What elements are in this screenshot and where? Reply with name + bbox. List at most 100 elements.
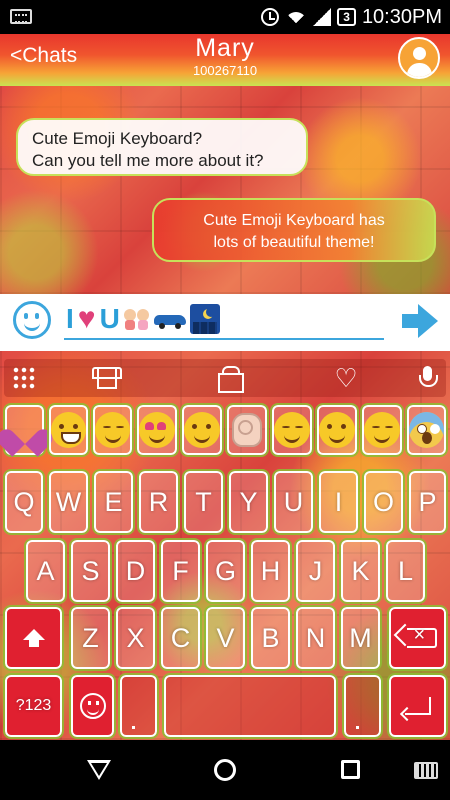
nav-back-icon[interactable] (87, 760, 111, 780)
nav-keyboard-icon[interactable] (414, 762, 438, 779)
gift-icon[interactable] (216, 365, 244, 393)
key-j[interactable]: J (294, 538, 337, 604)
sparkle-heart-icon (9, 415, 41, 445)
key-y[interactable]: Y (227, 469, 270, 535)
symbols-key[interactable]: ?123 (3, 673, 64, 739)
shirt-icon[interactable] (92, 365, 122, 391)
scream-face-icon (409, 412, 444, 448)
emoji-key-grin[interactable] (47, 403, 90, 457)
emoji-letter-i: I (66, 303, 74, 334)
emoji-toggle-icon[interactable] (13, 301, 51, 339)
emoji-key-smile[interactable] (180, 403, 224, 457)
backspace-icon (406, 624, 437, 648)
emoji-key-sad[interactable] (360, 403, 404, 457)
enter-icon (404, 697, 431, 715)
comma-key[interactable] (118, 673, 159, 739)
key-o[interactable]: O (362, 469, 405, 535)
key-n[interactable]: N (294, 605, 337, 671)
signal-icon (313, 8, 332, 26)
mic-icon[interactable] (414, 365, 442, 391)
message-text-line: Can you tell me more about it? (32, 151, 264, 170)
key-w[interactable]: W (47, 469, 90, 535)
back-to-chats-button[interactable]: <Chats (10, 44, 77, 68)
emoji-letter-u: U (99, 303, 120, 334)
message-input-bar: I ♥ U (0, 294, 450, 351)
backspace-key[interactable] (387, 605, 448, 671)
grid-icon[interactable] (12, 366, 36, 390)
smile-face-icon (184, 412, 220, 448)
key-r[interactable]: R (137, 469, 180, 535)
chat-area: Cute Emoji Keyboard? Can you tell me mor… (0, 86, 450, 294)
key-k[interactable]: K (339, 538, 382, 604)
kiss-face-icon (274, 412, 310, 448)
ok-hand-icon (232, 413, 262, 447)
key-m[interactable]: M (339, 605, 382, 671)
key-s[interactable]: S (69, 538, 112, 604)
emoji-key-ok-hand[interactable] (225, 403, 269, 457)
comma-hint (132, 726, 135, 729)
alarm-icon (261, 8, 280, 26)
nav-home-icon[interactable] (214, 759, 236, 781)
key-i[interactable]: I (317, 469, 360, 535)
key-b[interactable]: B (249, 605, 292, 671)
key-h[interactable]: H (249, 538, 292, 604)
key-a[interactable]: A (24, 538, 67, 604)
emoji-key-annoyed[interactable] (91, 403, 134, 457)
emoji-heart-icon: ♥ (77, 302, 96, 335)
emoji-key-relieved[interactable] (315, 403, 359, 457)
battery-icon: 3 (337, 8, 356, 26)
keyboard-toolbar: ♡ (4, 359, 446, 397)
heart-eyes-face-icon (139, 412, 175, 448)
emoji-key-sparkle-heart[interactable] (3, 403, 46, 457)
key-c[interactable]: C (159, 605, 202, 671)
chat-header: Mary 100267110 <Chats (0, 34, 450, 86)
emoji-face-icon (79, 693, 106, 719)
period-key[interactable] (342, 673, 383, 739)
key-t[interactable]: T (182, 469, 225, 535)
key-x[interactable]: X (114, 605, 157, 671)
message-text-line: lots of beautiful theme! (213, 234, 375, 251)
keyboard: ♡ Q W E R T Y U I O P A S D F G H J K L … (0, 351, 450, 740)
emoji-key-scream[interactable] (405, 403, 448, 457)
outgoing-message-bubble[interactable]: Cute Emoji Keyboard has lots of beautifu… (152, 198, 436, 262)
shift-key[interactable] (3, 605, 64, 671)
message-input-field[interactable]: I ♥ U (64, 300, 384, 340)
key-g[interactable]: G (204, 538, 247, 604)
couple-emoji-icon (123, 307, 150, 331)
key-u[interactable]: U (272, 469, 315, 535)
key-f[interactable]: F (159, 538, 202, 604)
shift-arrow-icon (22, 628, 45, 647)
status-clock: 10:30PM (361, 5, 442, 28)
status-right-group: 3 10:30PM (261, 0, 442, 34)
period-hint (356, 726, 359, 729)
emoji-key[interactable] (69, 673, 116, 739)
space-key[interactable] (162, 673, 338, 739)
contact-avatar-icon[interactable] (398, 37, 440, 79)
heart-icon[interactable]: ♡ (332, 365, 360, 391)
key-p[interactable]: P (407, 469, 448, 535)
wifi-icon (285, 8, 308, 26)
car-emoji-icon (153, 309, 186, 329)
key-q[interactable]: Q (3, 469, 45, 535)
status-bar: 3 10:30PM (0, 0, 450, 34)
incoming-message-bubble[interactable]: Cute Emoji Keyboard? Can you tell me mor… (16, 118, 308, 176)
key-d[interactable]: D (114, 538, 157, 604)
night-city-emoji-icon (189, 304, 220, 334)
key-e[interactable]: E (92, 469, 135, 535)
emoji-key-kiss[interactable] (270, 403, 314, 457)
nav-recents-icon[interactable] (341, 760, 360, 779)
key-l[interactable]: L (384, 538, 427, 604)
key-z[interactable]: Z (69, 605, 112, 671)
send-arrow-icon[interactable] (402, 304, 438, 338)
grin-face-icon (51, 412, 86, 448)
enter-key[interactable] (387, 673, 448, 739)
keyboard-status-icon (10, 9, 32, 24)
message-text-line: Cute Emoji Keyboard? (32, 129, 203, 148)
navigation-bar (0, 740, 450, 800)
message-text-line: Cute Emoji Keyboard has (203, 212, 385, 229)
relieved-face-icon (319, 412, 355, 448)
annoyed-face-icon (95, 412, 130, 448)
sad-face-icon (364, 412, 400, 448)
emoji-key-heart-eyes[interactable] (135, 403, 179, 457)
key-v[interactable]: V (204, 605, 247, 671)
